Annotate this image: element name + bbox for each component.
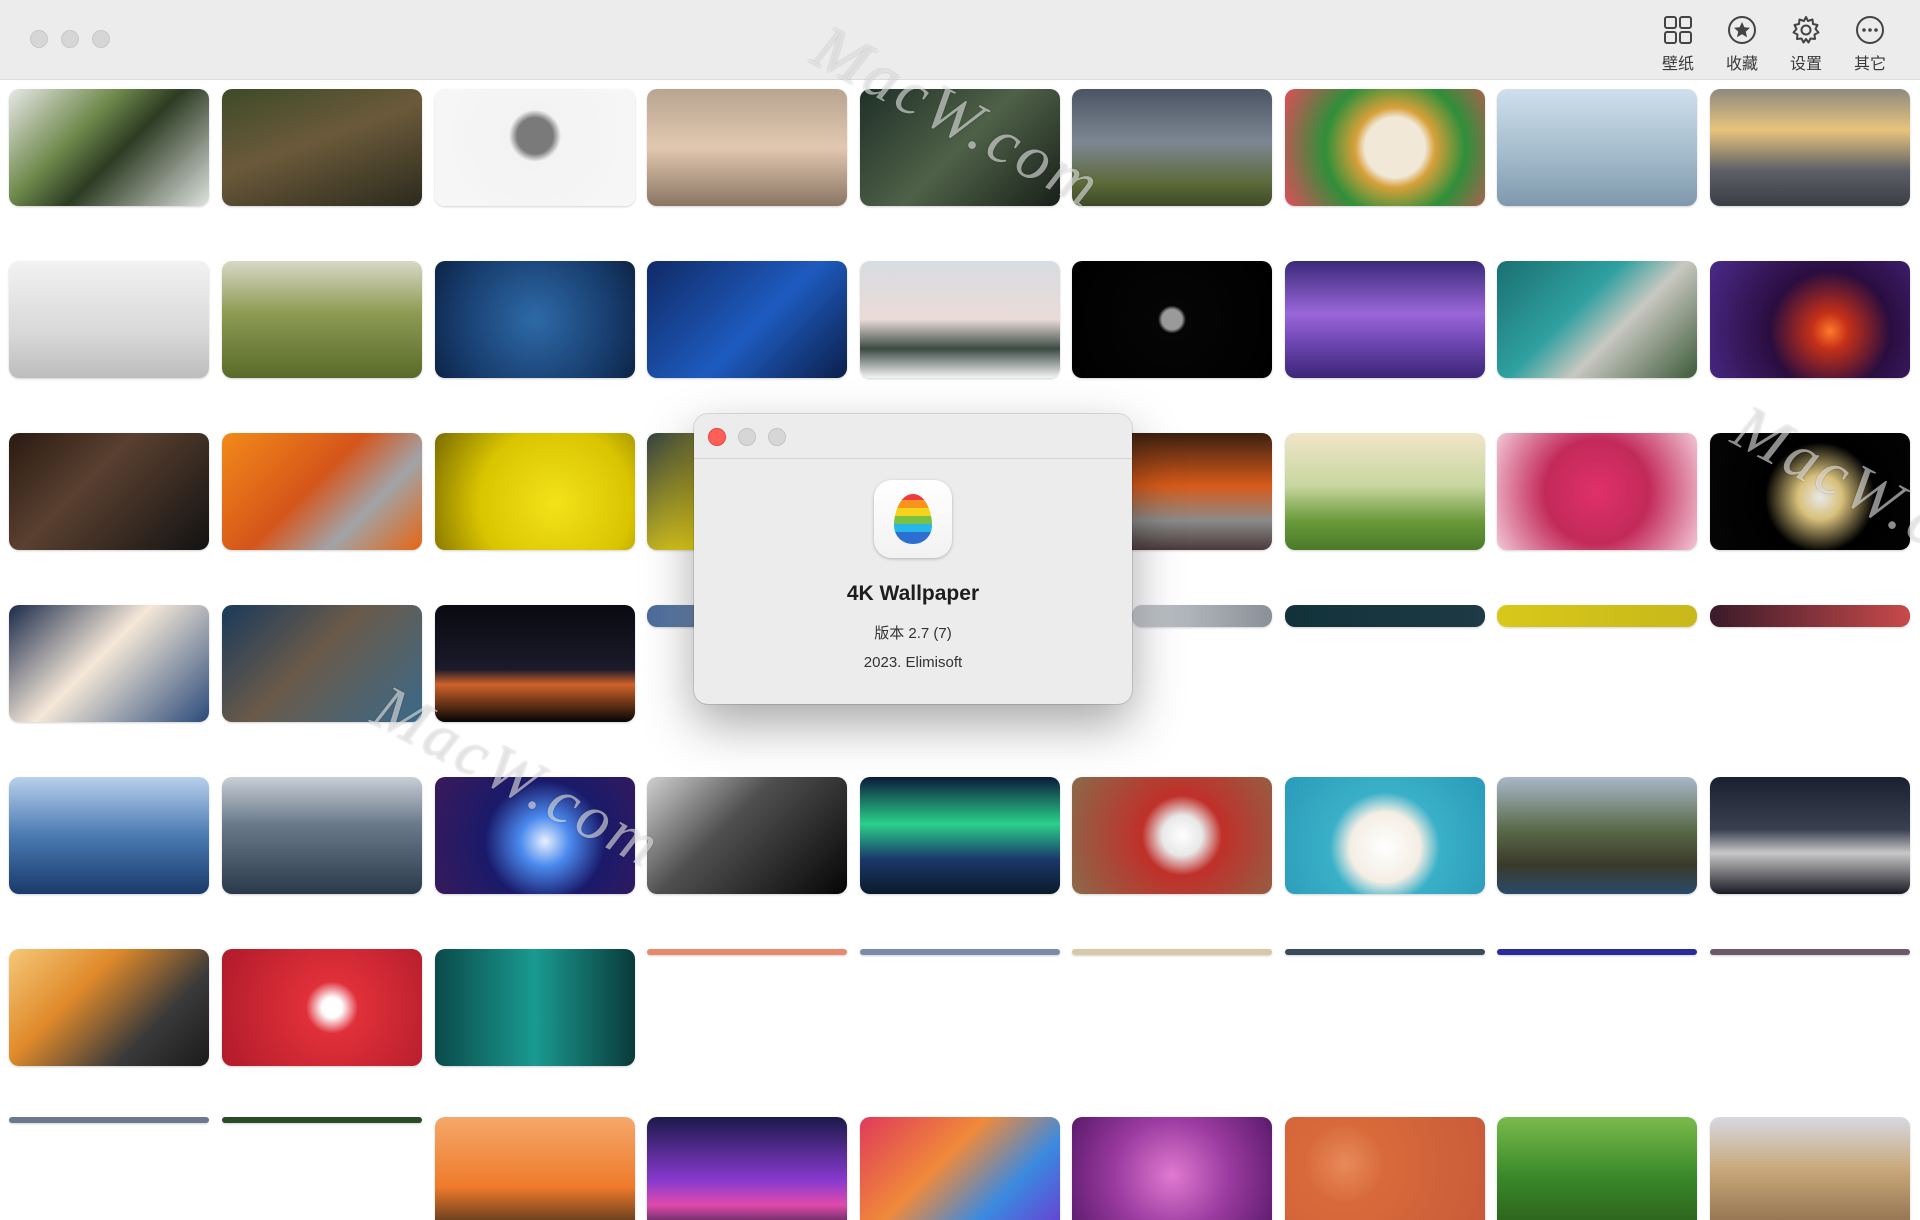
about-minimize-button[interactable] xyxy=(738,428,756,446)
wallpaper-thumbnail[interactable] xyxy=(647,1117,847,1220)
wallpaper-thumbnail[interactable] xyxy=(860,777,1060,894)
wallpaper-thumbnail[interactable] xyxy=(1285,1117,1485,1220)
app-icon xyxy=(874,480,952,558)
wallpaper-thumbnail[interactable] xyxy=(1285,433,1485,550)
wallpaper-thumbnail[interactable] xyxy=(435,949,635,1066)
wallpaper-thumbnail[interactable] xyxy=(1072,261,1272,378)
toolbar-settings-label: 设置 xyxy=(1789,56,1822,73)
more-icon xyxy=(1856,16,1884,44)
wallpaper-thumbnail[interactable] xyxy=(9,89,209,206)
wallpaper-thumbnail[interactable] xyxy=(647,261,847,378)
wallpaper-thumbnail[interactable] xyxy=(1710,89,1910,206)
wallpaper-thumbnail[interactable] xyxy=(1132,605,1272,627)
wallpaper-thumbnail[interactable] xyxy=(222,777,422,894)
wallpaper-thumbnail[interactable] xyxy=(9,605,209,722)
wallpaper-thumbnail[interactable] xyxy=(860,89,1060,206)
wallpaper-thumbnail[interactable] xyxy=(1072,949,1272,955)
about-dialog: 4K Wallpaper 版本 2.7 (7) 2023. Elimisoft xyxy=(694,414,1132,704)
wallpaper-thumbnail[interactable] xyxy=(222,433,422,550)
wallpaper-thumbnail[interactable] xyxy=(1497,89,1697,206)
wallpaper-thumbnail[interactable] xyxy=(222,605,422,722)
window-close-button[interactable] xyxy=(30,30,48,48)
wallpaper-thumbnail[interactable] xyxy=(9,1117,209,1123)
wallpaper-thumbnail[interactable] xyxy=(1072,777,1272,894)
window-titlebar: 壁纸 收藏 设置 其它 xyxy=(0,0,1920,80)
wallpaper-thumbnail[interactable] xyxy=(1497,433,1697,550)
about-app-name: 4K Wallpaper xyxy=(846,582,980,605)
wallpaper-thumbnail[interactable] xyxy=(1710,1117,1910,1220)
wallpaper-thumbnail[interactable] xyxy=(860,949,1060,955)
wallpaper-thumbnail[interactable] xyxy=(9,261,209,378)
wallpaper-thumbnail[interactable] xyxy=(435,261,635,378)
wallpaper-thumbnail[interactable] xyxy=(1285,89,1485,206)
toolbar-wallpaper-button[interactable]: 壁纸 xyxy=(1646,14,1710,74)
wallpaper-thumbnail[interactable] xyxy=(1285,777,1485,894)
wallpaper-thumbnail[interactable] xyxy=(435,89,635,206)
wallpaper-thumbnail[interactable] xyxy=(1710,433,1910,550)
wallpaper-thumbnail[interactable] xyxy=(1285,949,1485,955)
wallpaper-thumbnail[interactable] xyxy=(222,1117,422,1123)
toolbar-more-button[interactable]: 其它 xyxy=(1838,14,1902,74)
wallpaper-thumbnail[interactable] xyxy=(1497,777,1697,894)
wallpaper-thumbnail[interactable] xyxy=(222,949,422,1066)
wallpaper-thumbnail[interactable] xyxy=(1710,777,1910,894)
window-minimize-button[interactable] xyxy=(61,30,79,48)
about-zoom-button[interactable] xyxy=(768,428,786,446)
wallpaper-thumbnail[interactable] xyxy=(1072,89,1272,206)
wallpaper-thumbnail[interactable] xyxy=(860,1117,1060,1220)
wallpaper-thumbnail[interactable] xyxy=(1497,605,1697,627)
wallpaper-thumbnail[interactable] xyxy=(1497,261,1697,378)
toolbar-favorites-button[interactable]: 收藏 xyxy=(1710,14,1774,74)
wallpaper-thumbnail[interactable] xyxy=(222,89,422,206)
window-zoom-button[interactable] xyxy=(92,30,110,48)
about-close-button[interactable] xyxy=(708,428,726,446)
about-copyright: 2023. Elimisoft xyxy=(863,654,963,671)
wallpaper-thumbnail[interactable] xyxy=(647,949,847,955)
toolbar-favorites-label: 收藏 xyxy=(1725,56,1758,73)
wallpaper-thumbnail[interactable] xyxy=(1710,949,1910,955)
wallpaper-thumbnail[interactable] xyxy=(1710,605,1910,627)
wallpaper-thumbnail[interactable] xyxy=(435,777,635,894)
star-icon xyxy=(1728,16,1756,44)
wallpaper-thumbnail[interactable] xyxy=(435,433,635,550)
wallpaper-thumbnail[interactable] xyxy=(1285,261,1485,378)
toolbar-wallpaper-label: 壁纸 xyxy=(1661,56,1694,73)
grid-icon xyxy=(1664,16,1692,44)
wallpaper-thumbnail[interactable] xyxy=(860,261,1060,378)
wallpaper-thumbnail[interactable] xyxy=(647,777,847,894)
rainbow-egg-icon xyxy=(894,494,932,544)
wallpaper-thumbnail[interactable] xyxy=(9,949,209,1066)
wallpaper-thumbnail[interactable] xyxy=(9,777,209,894)
gear-icon xyxy=(1792,16,1820,44)
wallpaper-thumbnail[interactable] xyxy=(1497,949,1697,955)
toolbar-settings-button[interactable]: 设置 xyxy=(1774,14,1838,74)
about-version: 版本 2.7 (7) xyxy=(874,625,952,642)
wallpaper-thumbnail[interactable] xyxy=(647,89,847,206)
wallpaper-thumbnail[interactable] xyxy=(1285,605,1485,627)
wallpaper-thumbnail[interactable] xyxy=(222,261,422,378)
wallpaper-thumbnail[interactable] xyxy=(1072,1117,1272,1220)
toolbar: 壁纸 收藏 设置 其它 xyxy=(1646,14,1902,74)
about-dialog-titlebar xyxy=(694,414,1132,459)
wallpaper-thumbnail[interactable] xyxy=(1710,261,1910,378)
wallpaper-thumbnail[interactable] xyxy=(435,1117,635,1220)
wallpaper-thumbnail[interactable] xyxy=(9,433,209,550)
toolbar-more-label: 其它 xyxy=(1853,56,1886,73)
wallpaper-thumbnail[interactable] xyxy=(1497,1117,1697,1220)
wallpaper-thumbnail[interactable] xyxy=(435,605,635,722)
